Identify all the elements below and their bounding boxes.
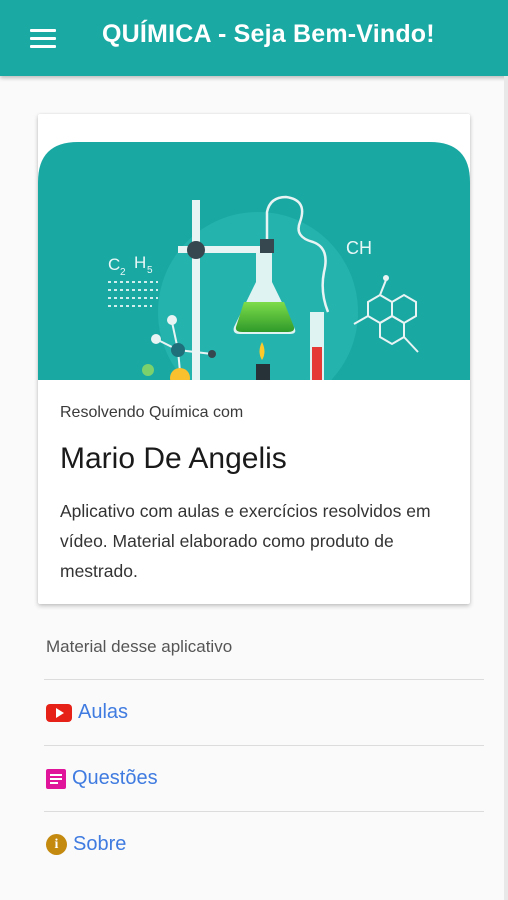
chemistry-lab-illustration: C 2 H 5 CH xyxy=(38,142,470,380)
app-bar: QUÍMICA - Seja Bem-Vindo! xyxy=(0,0,508,76)
menu-list: Aulas Questões i Sobre xyxy=(44,679,484,877)
app-title: QUÍMICA - Seja Bem-Vindo! xyxy=(102,20,435,48)
formula-ch: CH xyxy=(346,238,372,258)
info-icon: i xyxy=(46,834,67,855)
formula-c: C xyxy=(108,255,120,274)
hamburger-menu-icon[interactable] xyxy=(30,24,62,52)
formula-h: H xyxy=(134,253,146,272)
document-icon xyxy=(46,768,66,789)
menu-item-questoes[interactable]: Questões xyxy=(44,746,484,811)
menu-item-aulas[interactable]: Aulas xyxy=(44,680,484,745)
card-title: Mario De Angelis xyxy=(60,442,287,475)
formula-sub-2: 5 xyxy=(147,265,153,276)
menu-item-label: Questões xyxy=(72,767,158,789)
card-description: Aplicativo com aulas e exercícios resolv… xyxy=(60,501,431,581)
section-label: Material desse aplicativo xyxy=(46,637,233,656)
youtube-icon xyxy=(46,703,72,722)
menu-item-label: Sobre xyxy=(73,833,127,855)
intro-card: C 2 H 5 CH Resolvendo Química com Mario … xyxy=(38,114,470,604)
right-edge-divider xyxy=(504,76,508,900)
card-subtitle: Resolvendo Química com xyxy=(60,404,244,421)
menu-item-sobre[interactable]: i Sobre xyxy=(44,812,484,877)
menu-item-label: Aulas xyxy=(78,701,129,723)
formula-sub-1: 2 xyxy=(120,267,126,278)
